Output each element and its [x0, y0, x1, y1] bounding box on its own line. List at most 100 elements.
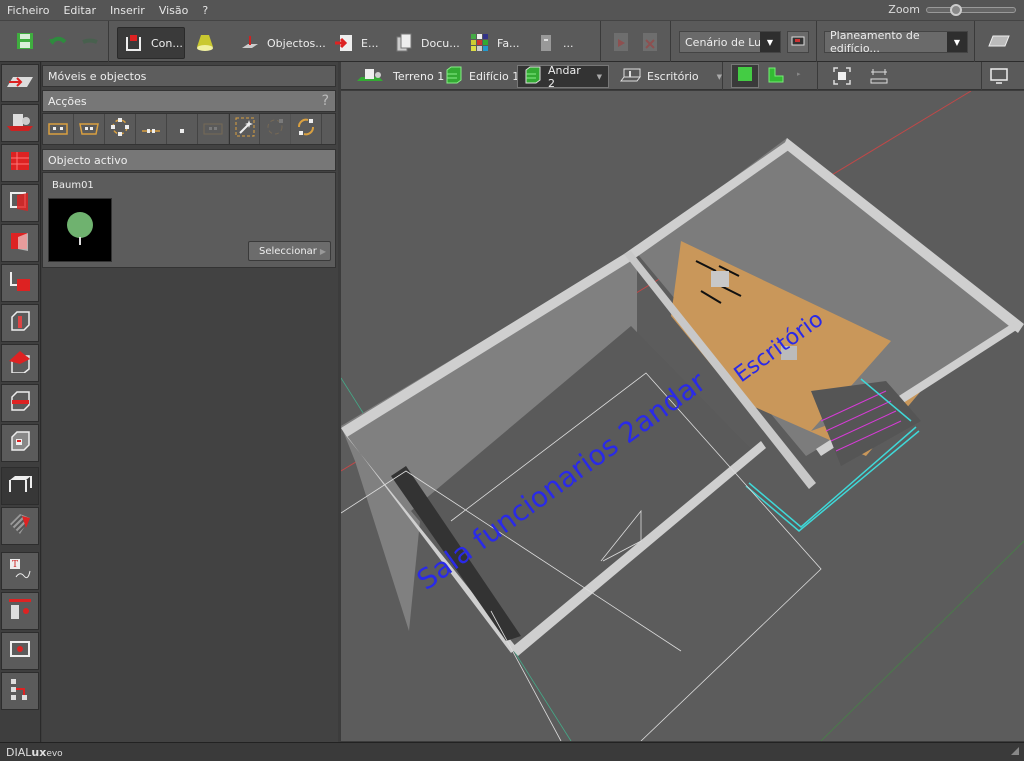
sidebar-item-column[interactable]	[1, 304, 39, 342]
column-icon	[8, 309, 32, 337]
breadcrumb-storey[interactable]: Andar 2 ▼	[517, 63, 609, 90]
tool-sidebar: T	[0, 62, 41, 742]
toolbar-separator	[108, 21, 109, 63]
action-single[interactable]	[167, 114, 198, 144]
light-icon[interactable]	[195, 32, 215, 52]
sidebar-item-wall[interactable]	[1, 184, 39, 222]
menu-editar[interactable]: Editar	[56, 4, 103, 17]
zoom-slider[interactable]	[926, 3, 1016, 16]
action-magic[interactable]	[229, 114, 260, 144]
toolbar-separator	[670, 21, 671, 63]
building-object-icon	[7, 110, 33, 136]
storey-stack-icon	[524, 66, 542, 87]
breadcrumb-storey-label: Andar 2	[548, 63, 581, 90]
action-rotate[interactable]	[260, 114, 291, 144]
sidebar-item-roof[interactable]	[1, 344, 39, 382]
action-replace[interactable]	[291, 114, 322, 144]
breadcrumb-site[interactable]: Terreno 1	[351, 65, 450, 88]
copy-array-icon	[79, 120, 99, 139]
false-color-label: Fa...	[497, 36, 520, 50]
solid-view-button[interactable]	[731, 64, 759, 88]
sidebar-item-annotation[interactable]: T	[1, 552, 39, 590]
sidebar-item-materials[interactable]	[1, 507, 39, 545]
export-icon	[334, 33, 354, 53]
breadcrumb-building[interactable]: Edifício 1	[439, 65, 525, 88]
hierarchy-icon	[8, 677, 32, 705]
floorplan-icon[interactable]	[988, 33, 1010, 53]
actions-title: Acções	[48, 94, 87, 108]
menu-visao[interactable]: Visão	[152, 4, 196, 17]
select-button[interactable]: Seleccionar ▶	[248, 241, 331, 261]
stop-icon[interactable]	[642, 32, 662, 52]
measure-icon[interactable]	[869, 67, 889, 89]
export-button[interactable]: E...	[328, 27, 384, 59]
monitor-icon[interactable]	[990, 68, 1008, 88]
sidebar-item-calc-surface[interactable]	[1, 632, 39, 670]
objects-button[interactable]: Objectos...	[234, 27, 332, 59]
sidebar-item-opening[interactable]	[1, 424, 39, 462]
door-icon	[8, 229, 32, 257]
properties-panel: Móveis e objectos Acções ? Objecto activ…	[42, 62, 338, 742]
more-label: ...	[563, 36, 574, 50]
3d-scene[interactable]: Sala funcionarios 2andar Escritório	[341, 91, 1024, 741]
chevron-down-icon[interactable]: ▼	[760, 32, 780, 52]
l-shape-icon	[767, 67, 785, 88]
app-logo-suffix: evo	[46, 748, 63, 759]
breadcrumb-building-label: Edifício 1	[469, 70, 520, 83]
mode-dropdown[interactable]: Planeamento de edifício... ▼	[824, 29, 968, 55]
sidebar-item-furniture[interactable]	[1, 467, 39, 505]
action-copy-circle[interactable]	[105, 114, 136, 144]
construction-button[interactable]: Con...	[117, 27, 185, 59]
sidebar-item-storey[interactable]	[1, 144, 39, 182]
breadcrumb-room[interactable]: Escritório ▼	[613, 65, 728, 88]
redo-icon[interactable]	[80, 33, 100, 53]
chevron-right-icon[interactable]: ▸	[797, 70, 801, 78]
light-scene-dropdown[interactable]: Cenário de Luz 1 ▼	[679, 31, 781, 53]
monitor-button[interactable]	[787, 31, 809, 53]
sidebar-item-room[interactable]	[1, 264, 39, 302]
export-label: E...	[361, 36, 379, 50]
action-copy-array[interactable]	[74, 114, 105, 144]
breadcrumb-site-label: Terreno 1	[393, 70, 445, 83]
sidebar-item-luminaires[interactable]	[1, 592, 39, 630]
site-icon	[7, 74, 33, 93]
zoom-slider-thumb[interactable]	[950, 3, 963, 16]
fit-view-icon[interactable]	[833, 67, 851, 89]
undo-icon[interactable]	[48, 33, 68, 53]
svg-text:T: T	[12, 560, 18, 570]
resize-grip-icon[interactable]	[1010, 746, 1020, 759]
monitor-icon	[791, 33, 805, 52]
toolbar-separator	[816, 21, 817, 63]
rotate-icon	[265, 117, 285, 141]
sidebar-item-ceiling[interactable]	[1, 384, 39, 422]
menu-inserir[interactable]: Inserir	[103, 4, 152, 17]
play-icon[interactable]	[613, 32, 633, 52]
active-object-box: Baum01 Seleccionar ▶	[42, 172, 336, 268]
action-distribute[interactable]	[198, 114, 229, 144]
panel-title-text: Móveis e objectos	[48, 69, 147, 83]
separator	[722, 62, 723, 90]
view-breadcrumb-bar: Terreno 1 Edifício 1 Andar 2 ▼ Escritóri…	[341, 62, 1024, 90]
chevron-down-icon[interactable]: ▼	[947, 32, 967, 52]
false-color-button[interactable]: Fa...	[464, 27, 526, 59]
sidebar-item-hierarchy[interactable]	[1, 672, 39, 710]
save-icon[interactable]	[16, 32, 36, 52]
documentation-button[interactable]: Docu...	[388, 27, 466, 59]
3d-viewport[interactable]: Sala funcionarios 2andar Escritório	[341, 91, 1024, 741]
action-align[interactable]	[136, 114, 167, 144]
building-icon	[445, 66, 463, 87]
sidebar-item-site[interactable]	[1, 64, 39, 102]
sidebar-item-door[interactable]	[1, 224, 39, 262]
help-icon[interactable]: ?	[322, 93, 329, 109]
menu-ficheiro[interactable]: Ficheiro	[0, 4, 56, 17]
separator	[817, 62, 818, 90]
action-copy-line[interactable]	[43, 114, 74, 144]
sidebar-item-building[interactable]	[1, 104, 39, 142]
documents-icon	[394, 33, 414, 53]
more-button[interactable]: ...	[530, 27, 580, 59]
panel-title: Móveis e objectos	[42, 65, 336, 87]
chevron-down-icon[interactable]: ▼	[597, 73, 602, 81]
documentation-label: Docu...	[421, 36, 460, 50]
menu-help[interactable]: ?	[195, 4, 215, 17]
floor-shape-button[interactable]	[767, 66, 785, 88]
